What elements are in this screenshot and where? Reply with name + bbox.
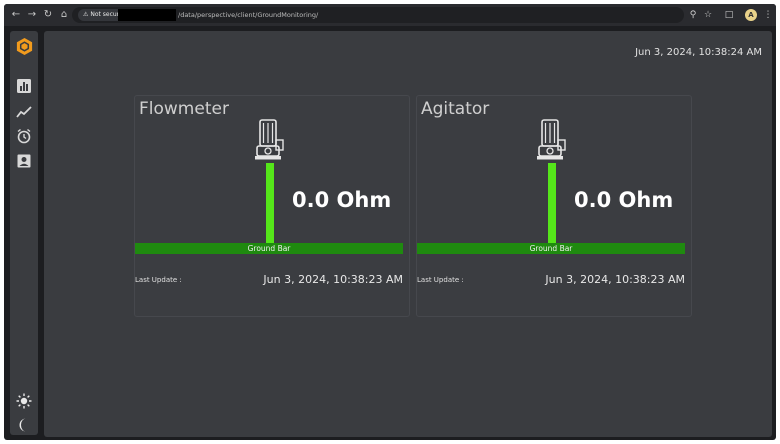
sun-icon[interactable] [16,393,32,409]
flowmeter-card: Flowmeter 0.0 Ohm Ground Bar Last Update… [134,95,410,317]
address-bar[interactable]: ⚠ Not secure /data/perspective/client/Gro… [72,7,684,23]
last-update-value: Jun 3, 2024, 10:38:23 AM [263,273,403,286]
card-title: Flowmeter [139,99,229,119]
main-panel: Jun 3, 2024, 10:38:24 AM Flowmeter 0.0 O… [44,31,772,437]
last-update-label: Last Update : [135,276,182,284]
app-logo-icon[interactable] [15,37,34,56]
bar-chart-icon[interactable] [16,78,32,94]
warning-icon: ⚠ [83,11,89,18]
ground-bar: Ground Bar [417,243,685,254]
back-icon[interactable]: ← [8,7,24,23]
resistance-reading: 0.0 Ohm [574,188,674,212]
pump-motor-icon [255,119,284,160]
forward-icon[interactable]: → [24,7,40,23]
line-chart-icon[interactable] [16,104,32,120]
extensions-icon[interactable]: □ [722,7,736,23]
menu-dots-icon[interactable]: ⋮ [761,7,775,23]
user-card-icon[interactable] [16,153,32,169]
sidebar [10,31,38,435]
home-icon[interactable]: ⌂ [56,7,72,23]
resistance-reading: 0.0 Ohm [292,188,392,212]
browser-toolbar: ← → ↻ ⌂ ⚠ Not secure /data/perspective/cl… [4,4,776,26]
last-update-value: Jun 3, 2024, 10:38:23 AM [545,273,685,286]
ground-wire [266,163,274,247]
url-path: /data/perspective/client/GroundMonitorin… [178,11,319,19]
pump-motor-icon [537,119,566,160]
moon-icon[interactable] [16,417,32,433]
zoom-icon[interactable]: ⚲ [686,7,700,23]
bookmark-star-icon[interactable]: ☆ [701,7,715,23]
ground-wire [548,163,556,247]
last-update-label: Last Update : [417,276,464,284]
agitator-card: Agitator 0.0 Ohm Ground Bar Last Update … [416,95,692,317]
current-timestamp: Jun 3, 2024, 10:38:24 AM [635,47,762,58]
ground-bar: Ground Bar [135,243,403,254]
reload-icon[interactable]: ↻ [40,7,56,23]
card-title: Agitator [421,99,490,119]
redacted-host [118,9,176,21]
alarm-clock-icon[interactable] [16,128,32,144]
profile-avatar[interactable]: A [745,9,757,21]
browser-window: ← → ↻ ⌂ ⚠ Not secure /data/perspective/cl… [4,4,776,440]
